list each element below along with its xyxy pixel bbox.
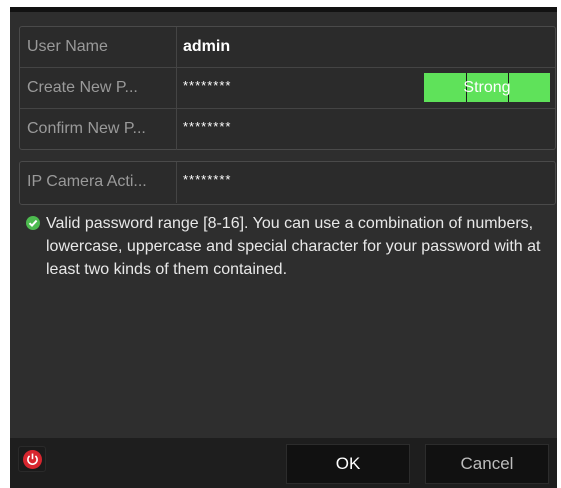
ip-camera-form-group: IP Camera Acti... ******** [19,161,556,205]
password-strength-bar: Strong [424,73,550,102]
shutdown-button[interactable] [18,446,46,472]
confirm-password-row: Confirm New P... ******** [20,109,555,150]
confirm-password-input[interactable]: ******** [183,109,231,150]
ip-camera-password-input[interactable]: ******** [183,162,231,203]
cancel-button[interactable]: Cancel [425,444,549,484]
user-name-row: User Name admin [20,27,555,68]
account-form-group: User Name admin Create New P... ********… [19,26,556,150]
dialog-footer: OK Cancel [10,438,557,488]
password-strength-label: Strong [463,79,511,96]
confirm-password-label: Confirm New P... [20,109,177,150]
create-password-label: Create New P... [20,68,177,108]
power-icon [23,450,42,469]
password-hint: Valid password range [8-16]. You can use… [26,212,551,281]
activation-dialog: User Name admin Create New P... ********… [10,7,557,488]
user-name-value: admin [183,38,231,55]
user-name-label: User Name [20,27,177,67]
ok-button[interactable]: OK [286,444,410,484]
create-password-input[interactable]: ******** [183,68,231,108]
ip-camera-password-label: IP Camera Acti... [20,162,177,203]
create-password-row: Create New P... ******** Strong [20,68,555,109]
check-circle-icon [26,216,40,230]
password-hint-text: Valid password range [8-16]. You can use… [46,215,541,278]
ip-camera-password-row: IP Camera Acti... ******** [20,162,555,203]
